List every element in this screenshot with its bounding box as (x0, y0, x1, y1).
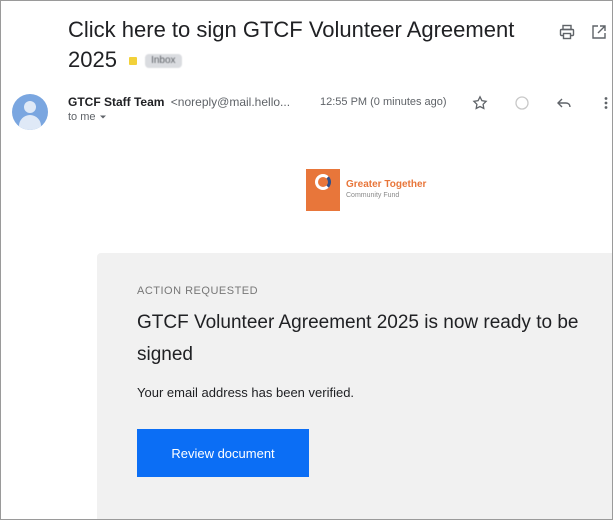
card-eyebrow: ACTION REQUESTED (137, 285, 259, 297)
avatar-head (24, 101, 36, 113)
print-icon[interactable] (556, 21, 578, 43)
action-card: ACTION REQUESTED GTCF Volunteer Agreemen… (97, 253, 612, 519)
sender-name[interactable]: GTCF Staff Team (68, 95, 164, 109)
recipient-text: to me (68, 111, 96, 123)
logo-text: Greater Together Community Fund (346, 179, 426, 201)
thread-actions (556, 21, 610, 43)
caret-down-icon[interactable] (99, 113, 107, 121)
reply-icon[interactable] (553, 92, 575, 114)
star-icon[interactable] (469, 92, 491, 114)
brand-logo: Greater Together Community Fund (306, 169, 426, 211)
logo-title: Greater Together (346, 179, 427, 190)
important-marker-icon[interactable] (129, 57, 138, 66)
avatar[interactable] (12, 94, 48, 130)
card-heading: GTCF Volunteer Agreement 2025 is now rea… (137, 312, 579, 365)
open-in-new-icon[interactable] (588, 21, 610, 43)
review-document-button[interactable]: Review document (137, 429, 309, 477)
email-subject: Click here to sign GTCF Volunteer Agreem… (68, 15, 538, 75)
logo-subtitle: Community Fund (346, 192, 400, 199)
logo-ring-icon (315, 174, 331, 190)
inbox-label-chip[interactable]: Inbox (145, 54, 182, 69)
message-time: 12:55 PM (0 minutes ago) (320, 96, 447, 108)
message-actions (469, 92, 612, 114)
card-body-text: Your email address has been verified. (137, 385, 355, 400)
sender-line: GTCF Staff Team <noreply@mail.hello... (68, 94, 290, 110)
label-group: Inbox (129, 54, 182, 69)
avatar-body (19, 115, 41, 130)
email-view: Click here to sign GTCF Volunteer Agreem… (0, 0, 613, 520)
sender-email: <noreply@mail.hello... (170, 95, 291, 109)
more-vert-icon[interactable] (595, 92, 612, 114)
recipient-line[interactable]: to me (68, 111, 107, 123)
logo-mark (306, 169, 340, 211)
emoji-icon[interactable] (511, 92, 533, 114)
